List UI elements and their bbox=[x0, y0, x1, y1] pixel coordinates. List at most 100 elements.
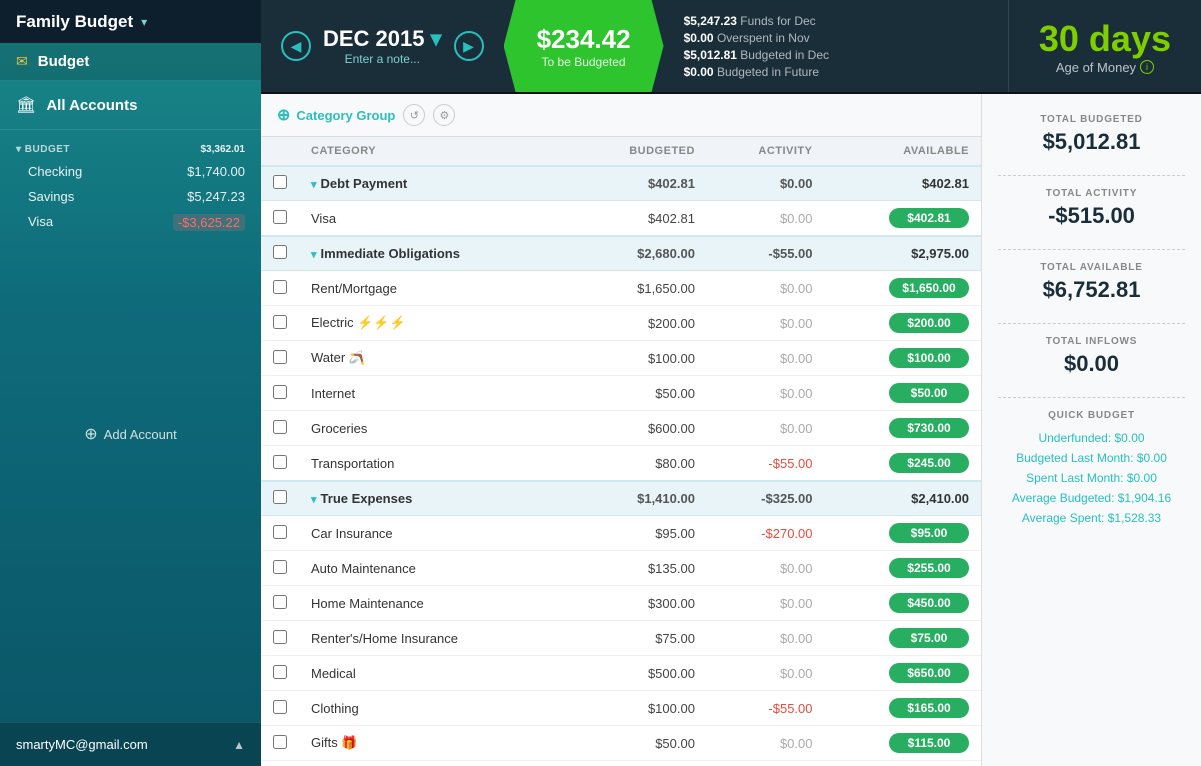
item-budgeted[interactable]: $135.00 bbox=[572, 551, 707, 586]
table-row[interactable]: Clothing $100.00 -$55.00 $165.00 bbox=[261, 691, 981, 726]
sidebar-group-name: ▾ BUDGET bbox=[16, 144, 70, 155]
item-budgeted[interactable]: $75.00 bbox=[572, 621, 707, 656]
group-budgeted[interactable]: $2,680.00 bbox=[572, 236, 707, 271]
table-row[interactable]: Transportation $80.00 -$55.00 $245.00 bbox=[261, 446, 981, 482]
add-account-button[interactable]: ⊕ Add Account bbox=[68, 418, 192, 450]
item-budgeted[interactable]: $500.00 bbox=[572, 656, 707, 691]
topbar-stat-line: $0.00 Overspent in Nov bbox=[684, 31, 829, 45]
item-checkbox[interactable] bbox=[273, 210, 287, 224]
group-checkbox[interactable] bbox=[273, 490, 287, 504]
quick-budget-item[interactable]: Budgeted Last Month: $0.00 bbox=[998, 451, 1185, 465]
table-row[interactable]: Auto Maintenance $135.00 $0.00 $255.00 bbox=[261, 551, 981, 586]
add-category-group-button[interactable]: ⊕ Category Group bbox=[277, 105, 395, 125]
next-month-button[interactable]: ▶ bbox=[454, 31, 484, 61]
available-pill: $650.00 bbox=[889, 663, 969, 683]
refresh-icon[interactable]: ↺ bbox=[403, 104, 425, 126]
group-available: $2,410.00 bbox=[825, 481, 982, 516]
quick-budget-item[interactable]: Average Spent: $1,528.33 bbox=[998, 511, 1185, 525]
item-checkbox-cell[interactable] bbox=[261, 201, 299, 237]
group-budgeted[interactable]: $1,410.00 bbox=[572, 481, 707, 516]
item-checkbox-cell[interactable] bbox=[261, 516, 299, 551]
settings-icon[interactable]: ⚙ bbox=[433, 104, 455, 126]
group-checkbox-cell[interactable] bbox=[261, 166, 299, 201]
item-checkbox-cell[interactable] bbox=[261, 691, 299, 726]
table-row[interactable]: Electric ⚡⚡⚡ $200.00 $0.00 $200.00 bbox=[261, 306, 981, 341]
table-row[interactable]: Gifts 🎁 $50.00 $0.00 $115.00 bbox=[261, 726, 981, 761]
item-budgeted[interactable]: $200.00 bbox=[572, 306, 707, 341]
item-checkbox[interactable] bbox=[273, 735, 287, 749]
item-checkbox-cell[interactable] bbox=[261, 586, 299, 621]
quick-budget-item[interactable]: Underfunded: $0.00 bbox=[998, 431, 1185, 445]
item-checkbox[interactable] bbox=[273, 420, 287, 434]
prev-month-button[interactable]: ◀ bbox=[281, 31, 311, 61]
sidebar-account-item[interactable]: Visa-$3,625.22 bbox=[0, 209, 261, 236]
stat-amount: $5,247.23 bbox=[684, 14, 737, 28]
item-budgeted[interactable]: $1,650.00 bbox=[572, 271, 707, 306]
item-budgeted[interactable]: $100.00 bbox=[572, 761, 707, 766]
table-row[interactable]: Home Maintenance $300.00 $0.00 $450.00 bbox=[261, 586, 981, 621]
sidebar-budget-nav[interactable]: ✉ Budget bbox=[0, 43, 261, 81]
item-budgeted[interactable]: $95.00 bbox=[572, 516, 707, 551]
stat-amount: $0.00 bbox=[684, 31, 714, 45]
group-checkbox[interactable] bbox=[273, 245, 287, 259]
item-budgeted[interactable]: $50.00 bbox=[572, 726, 707, 761]
item-checkbox-cell[interactable] bbox=[261, 411, 299, 446]
item-checkbox[interactable] bbox=[273, 385, 287, 399]
group-checkbox-cell[interactable] bbox=[261, 236, 299, 271]
item-checkbox-cell[interactable] bbox=[261, 656, 299, 691]
item-checkbox-cell[interactable] bbox=[261, 726, 299, 761]
total-budgeted-amount: $5,012.81 bbox=[998, 129, 1185, 155]
item-budgeted[interactable]: $100.00 bbox=[572, 691, 707, 726]
item-budgeted[interactable]: $402.81 bbox=[572, 201, 707, 237]
table-row[interactable]: Visa $402.81 $0.00 $402.81 bbox=[261, 201, 981, 237]
item-budgeted[interactable]: $300.00 bbox=[572, 586, 707, 621]
item-budgeted[interactable]: $50.00 bbox=[572, 376, 707, 411]
item-checkbox-cell[interactable] bbox=[261, 341, 299, 376]
table-group-row[interactable]: ▾True Expenses $1,410.00 -$325.00 $2,410… bbox=[261, 481, 981, 516]
item-checkbox[interactable] bbox=[273, 700, 287, 714]
table-row[interactable]: Internet $50.00 $0.00 $50.00 bbox=[261, 376, 981, 411]
item-checkbox-cell[interactable] bbox=[261, 271, 299, 306]
item-checkbox-cell[interactable] bbox=[261, 446, 299, 482]
item-checkbox[interactable] bbox=[273, 630, 287, 644]
note-placeholder[interactable]: Enter a note... bbox=[323, 52, 442, 66]
table-group-row[interactable]: ▾Debt Payment $402.81 $0.00 $402.81 bbox=[261, 166, 981, 201]
table-row[interactable]: Groceries $600.00 $0.00 $730.00 bbox=[261, 411, 981, 446]
item-checkbox-cell[interactable] bbox=[261, 551, 299, 586]
table-row[interactable]: Renter's/Home Insurance $75.00 $0.00 $75… bbox=[261, 621, 981, 656]
table-row[interactable]: Rent/Mortgage $1,650.00 $0.00 $1,650.00 bbox=[261, 271, 981, 306]
table-row[interactable]: Car Insurance $95.00 -$270.00 $95.00 bbox=[261, 516, 981, 551]
item-checkbox[interactable] bbox=[273, 315, 287, 329]
quick-budget-item[interactable]: Spent Last Month: $0.00 bbox=[998, 471, 1185, 485]
item-checkbox[interactable] bbox=[273, 560, 287, 574]
item-checkbox[interactable] bbox=[273, 595, 287, 609]
item-checkbox[interactable] bbox=[273, 525, 287, 539]
sidebar-account-item[interactable]: Savings$5,247.23 bbox=[0, 184, 261, 209]
group-checkbox[interactable] bbox=[273, 175, 287, 189]
item-name: Medical bbox=[299, 656, 572, 691]
table-row[interactable]: Water 🪃 $100.00 $0.00 $100.00 bbox=[261, 341, 981, 376]
sidebar-account-item[interactable]: Checking$1,740.00 bbox=[0, 159, 261, 184]
group-budgeted[interactable]: $402.81 bbox=[572, 166, 707, 201]
item-checkbox[interactable] bbox=[273, 665, 287, 679]
item-activity: $0.00 bbox=[707, 761, 825, 766]
table-row[interactable]: Giving $100.00 $0.00 $250.00 bbox=[261, 761, 981, 766]
group-checkbox-cell[interactable] bbox=[261, 481, 299, 516]
item-checkbox[interactable] bbox=[273, 280, 287, 294]
item-checkbox-cell[interactable] bbox=[261, 306, 299, 341]
sidebar-all-accounts[interactable]: 🏛 All Accounts bbox=[0, 81, 261, 130]
item-checkbox-cell[interactable] bbox=[261, 761, 299, 766]
table-row[interactable]: Medical $500.00 $0.00 $650.00 bbox=[261, 656, 981, 691]
item-budgeted[interactable]: $80.00 bbox=[572, 446, 707, 482]
item-checkbox-cell[interactable] bbox=[261, 621, 299, 656]
item-available: $650.00 bbox=[825, 656, 982, 691]
item-checkbox-cell[interactable] bbox=[261, 376, 299, 411]
item-budgeted[interactable]: $100.00 bbox=[572, 341, 707, 376]
info-icon[interactable]: i bbox=[1140, 60, 1154, 74]
quick-budget-item[interactable]: Average Budgeted: $1,904.16 bbox=[998, 491, 1185, 505]
item-checkbox[interactable] bbox=[273, 455, 287, 469]
item-checkbox[interactable] bbox=[273, 350, 287, 364]
total-activity-section: TOTAL ACTIVITY -$515.00 bbox=[998, 188, 1185, 229]
item-budgeted[interactable]: $600.00 bbox=[572, 411, 707, 446]
table-group-row[interactable]: ▾Immediate Obligations $2,680.00 -$55.00… bbox=[261, 236, 981, 271]
